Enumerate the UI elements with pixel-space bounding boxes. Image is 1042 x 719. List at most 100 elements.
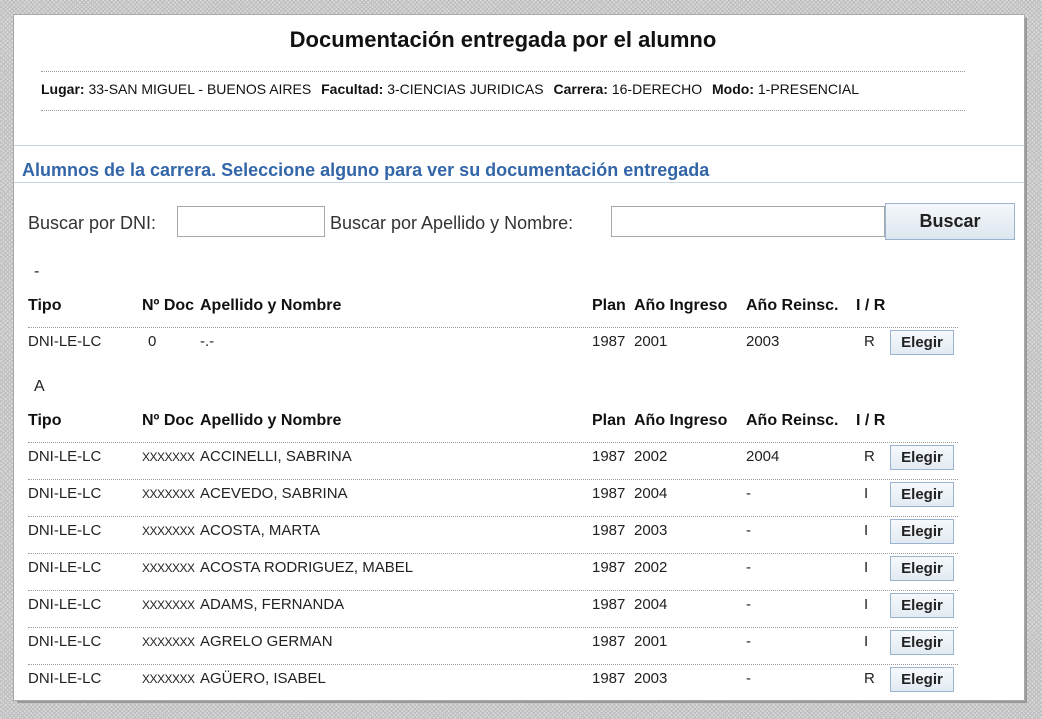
cell-ir: I	[864, 596, 869, 613]
elegir-button[interactable]: Elegir	[890, 593, 954, 618]
cell-plan: 1987	[592, 633, 626, 650]
header-plan: Plan	[592, 297, 626, 314]
cell-doc: 0	[148, 333, 157, 350]
cell-tipo: DNI-LE-LC	[28, 522, 102, 539]
career-info-line: Lugar: 33-SAN MIGUEL - BUENOS AIRES Facu…	[41, 81, 865, 97]
header-anio-reinsc: Año Reinsc.	[746, 412, 839, 429]
divider	[41, 71, 965, 72]
lugar-value: 33-SAN MIGUEL - BUENOS AIRES	[88, 81, 312, 97]
cell-doc: XXXXXXX	[142, 487, 195, 501]
cell-nombre: ACOSTA, MARTA	[200, 522, 321, 539]
cell-ingreso: 2004	[634, 485, 668, 502]
cell-plan: 1987	[592, 596, 626, 613]
cell-tipo: DNI-LE-LC	[28, 559, 102, 576]
cell-nombre: ADAMS, FERNANDA	[200, 596, 345, 613]
header-doc: Nº Doc	[142, 297, 195, 314]
cell-reinsc: -	[746, 633, 751, 650]
cell-doc: XXXXXXX	[142, 598, 195, 612]
cell-reinsc: -	[746, 522, 751, 539]
cell-ir: I	[864, 522, 869, 539]
cell-reinsc: -	[746, 596, 751, 613]
table-row: DNI-LE-LC XXXXXXX AGÜERO, ISABEL 1987 20…	[28, 664, 958, 695]
cell-doc: XXXXXXX	[142, 524, 195, 538]
elegir-button[interactable]: Elegir	[890, 482, 954, 507]
elegir-button[interactable]: Elegir	[890, 445, 954, 470]
header-ir: I / R	[856, 412, 886, 429]
table-row: DNI-LE-LC XXXXXXX AGRELO GERMAN 1987 200…	[28, 627, 958, 658]
name-search-label: Buscar por Apellido y Nombre:	[330, 213, 574, 233]
header-tipo: Tipo	[28, 297, 62, 314]
header-tipo: Tipo	[28, 412, 62, 429]
table-header: Tipo Nº Doc Apellido y Nombre Plan Año I…	[28, 292, 958, 322]
cell-plan: 1987	[592, 485, 626, 502]
table-row: DNI-LE-LC XXXXXXX ACCINELLI, SABRINA 198…	[28, 442, 958, 473]
section-underline	[14, 182, 1024, 183]
dni-search-label: Buscar por DNI:	[28, 213, 157, 233]
elegir-button[interactable]: Elegir	[890, 667, 954, 692]
cell-doc: XXXXXXX	[142, 561, 195, 575]
facultad-value: 3-CIENCIAS JURIDICAS	[387, 81, 544, 97]
cell-tipo: DNI-LE-LC	[28, 448, 102, 465]
cell-doc: XXXXXXX	[142, 450, 195, 464]
cell-plan: 1987	[592, 670, 626, 687]
cell-tipo: DNI-LE-LC	[28, 485, 102, 502]
cell-ingreso: 2002	[634, 448, 668, 465]
cell-plan: 1987	[592, 522, 626, 539]
cell-ir: R	[864, 670, 875, 687]
cell-nombre: AGRELO GERMAN	[200, 633, 333, 650]
header-anio-ingreso: Año Ingreso	[634, 412, 728, 429]
group-letter: A	[34, 378, 45, 395]
cell-ir: I	[864, 633, 869, 650]
group-letter: -	[34, 263, 40, 280]
table-row: DNI-LE-LC XXXXXXX ACOSTA, MARTA 1987 200…	[28, 516, 958, 547]
cell-ir: R	[864, 448, 875, 465]
cell-ingreso: 2003	[634, 670, 668, 687]
elegir-button[interactable]: Elegir	[890, 330, 954, 355]
cell-doc: XXXXXXX	[142, 672, 195, 686]
search-button[interactable]: Buscar	[885, 203, 1015, 240]
elegir-button[interactable]: Elegir	[890, 630, 954, 655]
cell-nombre: AGÜERO, ISABEL	[200, 670, 326, 687]
section-title: Alumnos de la carrera. Seleccione alguno…	[22, 160, 710, 180]
lugar-label: Lugar:	[41, 81, 85, 97]
cell-reinsc: -	[746, 670, 751, 687]
cell-reinsc: -	[746, 485, 751, 502]
carrera-value: 16-DERECHO	[611, 81, 703, 97]
cell-plan: 1987	[592, 448, 626, 465]
cell-tipo: DNI-LE-LC	[28, 333, 102, 350]
cell-tipo: DNI-LE-LC	[28, 670, 102, 687]
cell-plan: 1987	[592, 559, 626, 576]
header-anio-reinsc: Año Reinsc.	[746, 297, 839, 314]
cell-ingreso: 2004	[634, 596, 668, 613]
document-frame: Documentación entregada por el alumno Lu…	[14, 15, 1024, 700]
table-header: Tipo Nº Doc Apellido y Nombre Plan Año I…	[28, 407, 958, 437]
cell-tipo: DNI-LE-LC	[28, 596, 102, 613]
dni-search-input[interactable]	[177, 206, 325, 237]
cell-doc: XXXXXXX	[142, 635, 195, 649]
name-search-input[interactable]	[611, 206, 885, 237]
section-separator	[14, 145, 1024, 146]
elegir-button[interactable]: Elegir	[890, 519, 954, 544]
cell-ingreso: 2002	[634, 559, 668, 576]
facultad-label: Facultad:	[321, 81, 384, 97]
cell-reinsc: 2003	[746, 333, 780, 350]
cell-tipo: DNI-LE-LC	[28, 633, 102, 650]
cell-nombre: ACOSTA RODRIGUEZ, MABEL	[200, 559, 414, 576]
header-doc: Nº Doc	[142, 412, 195, 429]
header-plan: Plan	[592, 412, 626, 429]
divider	[41, 110, 965, 111]
cell-ingreso: 2001	[634, 633, 668, 650]
cell-nombre: ACEVEDO, SABRINA	[200, 485, 348, 502]
cell-nombre: ACCINELLI, SABRINA	[200, 448, 352, 465]
carrera-label: Carrera:	[553, 81, 608, 97]
cell-ingreso: 2003	[634, 522, 668, 539]
cell-ir: R	[864, 333, 875, 350]
modo-value: 1-PRESENCIAL	[757, 81, 860, 97]
cell-reinsc: 2004	[746, 448, 780, 465]
modo-label: Modo:	[712, 81, 754, 97]
cell-ir: I	[864, 559, 869, 576]
cell-ingreso: 2001	[634, 333, 668, 350]
table-row: DNI-LE-LC XXXXXXX ACEVEDO, SABRINA 1987 …	[28, 479, 958, 510]
elegir-button[interactable]: Elegir	[890, 556, 954, 581]
cell-reinsc: -	[746, 559, 751, 576]
